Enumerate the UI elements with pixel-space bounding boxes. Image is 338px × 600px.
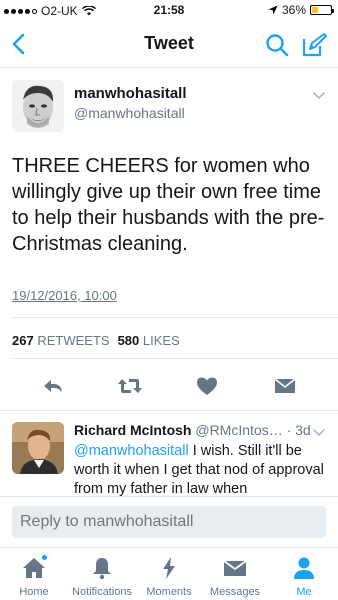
tab-label: Home <box>19 586 49 598</box>
divider <box>12 358 338 359</box>
status-right: 36% <box>268 3 334 17</box>
tweet-actions <box>0 367 338 405</box>
compose-icon[interactable] <box>300 31 328 59</box>
reply-text: @manwhohasitall I wish. Still it'll be w… <box>74 442 330 496</box>
divider <box>0 410 338 411</box>
person-icon <box>291 556 317 580</box>
avatar[interactable] <box>12 422 64 474</box>
battery-percent: 36% <box>281 3 306 17</box>
author-name[interactable]: manwhohasitall <box>74 85 187 102</box>
author-handle[interactable]: @manwhohasitall <box>74 105 185 121</box>
tab-label: Me <box>296 586 312 598</box>
likes-stat[interactable]: 580 LIKES <box>118 333 180 348</box>
chevron-down-icon[interactable] <box>312 428 326 438</box>
lightning-icon <box>156 556 182 580</box>
search-icon[interactable] <box>264 32 290 58</box>
tab-moments[interactable]: Moments <box>140 548 198 600</box>
reply-input[interactable] <box>12 506 326 538</box>
retweets-label: RETWEETS <box>37 333 110 348</box>
reply-author-name[interactable]: Richard McIntosh <box>74 422 191 438</box>
home-icon <box>21 554 48 580</box>
battery-icon <box>310 5 334 15</box>
reply-author-handle[interactable]: @RMcIntos… <box>195 422 282 438</box>
reply-icon[interactable] <box>42 375 64 397</box>
tab-label: Moments <box>146 586 192 598</box>
envelope-icon <box>222 556 248 580</box>
tab-home[interactable]: Home <box>4 548 64 600</box>
location-arrow-icon <box>268 5 278 15</box>
navigation-bar: Tweet <box>0 20 338 68</box>
reply-time: · 3d <box>286 422 311 438</box>
battery-level <box>312 7 319 13</box>
divider <box>12 317 338 318</box>
tab-label: Notifications <box>72 586 132 598</box>
direct-message-icon[interactable] <box>274 375 296 397</box>
tab-bar: Home Notifications Moments Messages Me <box>0 547 338 600</box>
tweet-stats: 267 RETWEETS 580 LIKES <box>12 333 180 348</box>
status-bar: O2-UK 21:58 36% <box>0 0 338 20</box>
avatar[interactable] <box>12 80 64 132</box>
bell-icon <box>89 556 115 580</box>
tweet-timestamp[interactable]: 19/12/2016, 10:00 <box>12 288 117 303</box>
reply-tweet[interactable]: Richard McIntosh @RMcIntos… · 3d @manwho… <box>0 412 338 496</box>
chevron-down-icon[interactable] <box>312 91 326 101</box>
retweets-count: 267 <box>12 333 34 348</box>
tweet-text: THREE CHEERS for women who willingly giv… <box>12 155 325 255</box>
tab-notifications[interactable]: Notifications <box>66 548 138 600</box>
likes-count: 580 <box>117 333 140 348</box>
tab-messages[interactable]: Messages <box>204 548 266 600</box>
heart-icon[interactable] <box>196 375 218 397</box>
notification-dot <box>41 554 48 561</box>
author-avatar-image <box>12 80 64 132</box>
reply-composer <box>0 496 338 547</box>
reply-avatar-image <box>12 422 64 474</box>
retweets-stat[interactable]: 267 RETWEETS <box>12 333 110 348</box>
mention-link[interactable]: @manwhohasitall <box>74 443 189 459</box>
likes-label: LIKES <box>142 333 180 348</box>
tab-me[interactable]: Me <box>274 548 334 600</box>
reply-header: Richard McIntosh @RMcIntos… · 3d <box>74 422 311 438</box>
tab-label: Messages <box>209 586 261 598</box>
retweet-icon[interactable] <box>117 375 143 397</box>
